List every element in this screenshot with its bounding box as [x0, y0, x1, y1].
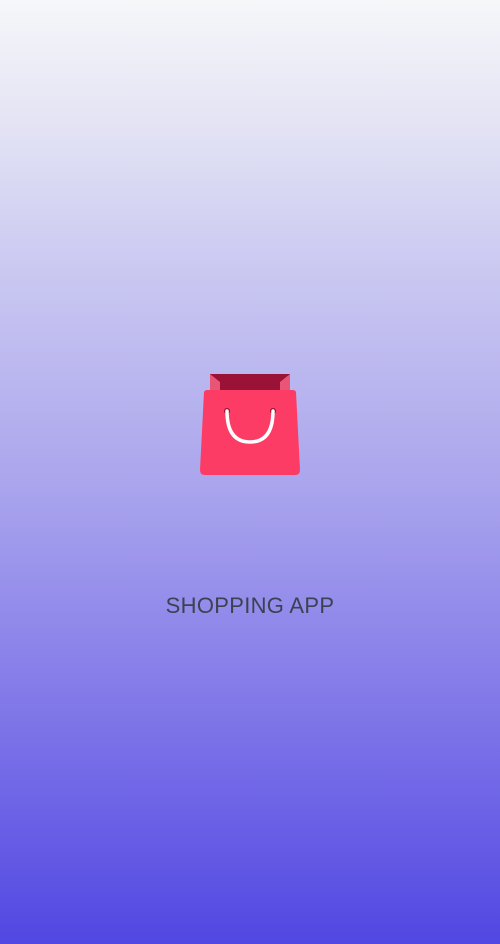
app-title: SHOPPING APP — [165, 593, 335, 618]
shopping-bag-icon — [200, 374, 300, 475]
app-logo — [198, 372, 302, 478]
splash-screen: SHOPPING APP — [0, 0, 500, 944]
